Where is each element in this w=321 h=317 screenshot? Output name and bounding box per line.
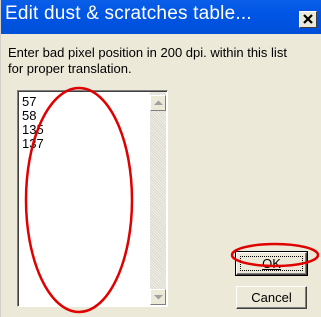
vertical-scrollbar[interactable]	[150, 92, 166, 305]
focus-rectangle	[240, 256, 303, 271]
arrow-down-icon	[154, 295, 163, 300]
list-item[interactable]: 135	[22, 123, 44, 137]
dialog-window: Edit dust & scratches table... Enter bad…	[0, 0, 321, 317]
list-items: 57 58 135 137	[22, 95, 44, 151]
title-bar[interactable]: Edit dust & scratches table...	[1, 0, 321, 34]
instruction-line-1: Enter bad pixel position in 200 dpi. wit…	[8, 45, 287, 60]
window-title: Edit dust & scratches table...	[5, 3, 252, 24]
ok-button[interactable]: OK	[235, 251, 308, 276]
cancel-button-label: Cancel	[251, 290, 292, 305]
cancel-button[interactable]: Cancel	[236, 286, 307, 309]
pixel-position-list[interactable]: 57 58 135 137	[17, 90, 168, 307]
scroll-up-button[interactable]	[150, 95, 166, 111]
list-item[interactable]: 57	[22, 95, 44, 109]
instruction-text: Enter bad pixel position in 200 dpi. wit…	[8, 45, 318, 77]
close-icon	[303, 14, 313, 24]
arrow-up-icon	[154, 100, 163, 105]
list-item[interactable]: 58	[22, 109, 44, 123]
list-item[interactable]: 137	[22, 137, 44, 151]
instruction-line-2: for proper translation.	[8, 61, 132, 76]
scroll-down-button[interactable]	[150, 289, 166, 305]
close-button[interactable]	[299, 11, 317, 28]
